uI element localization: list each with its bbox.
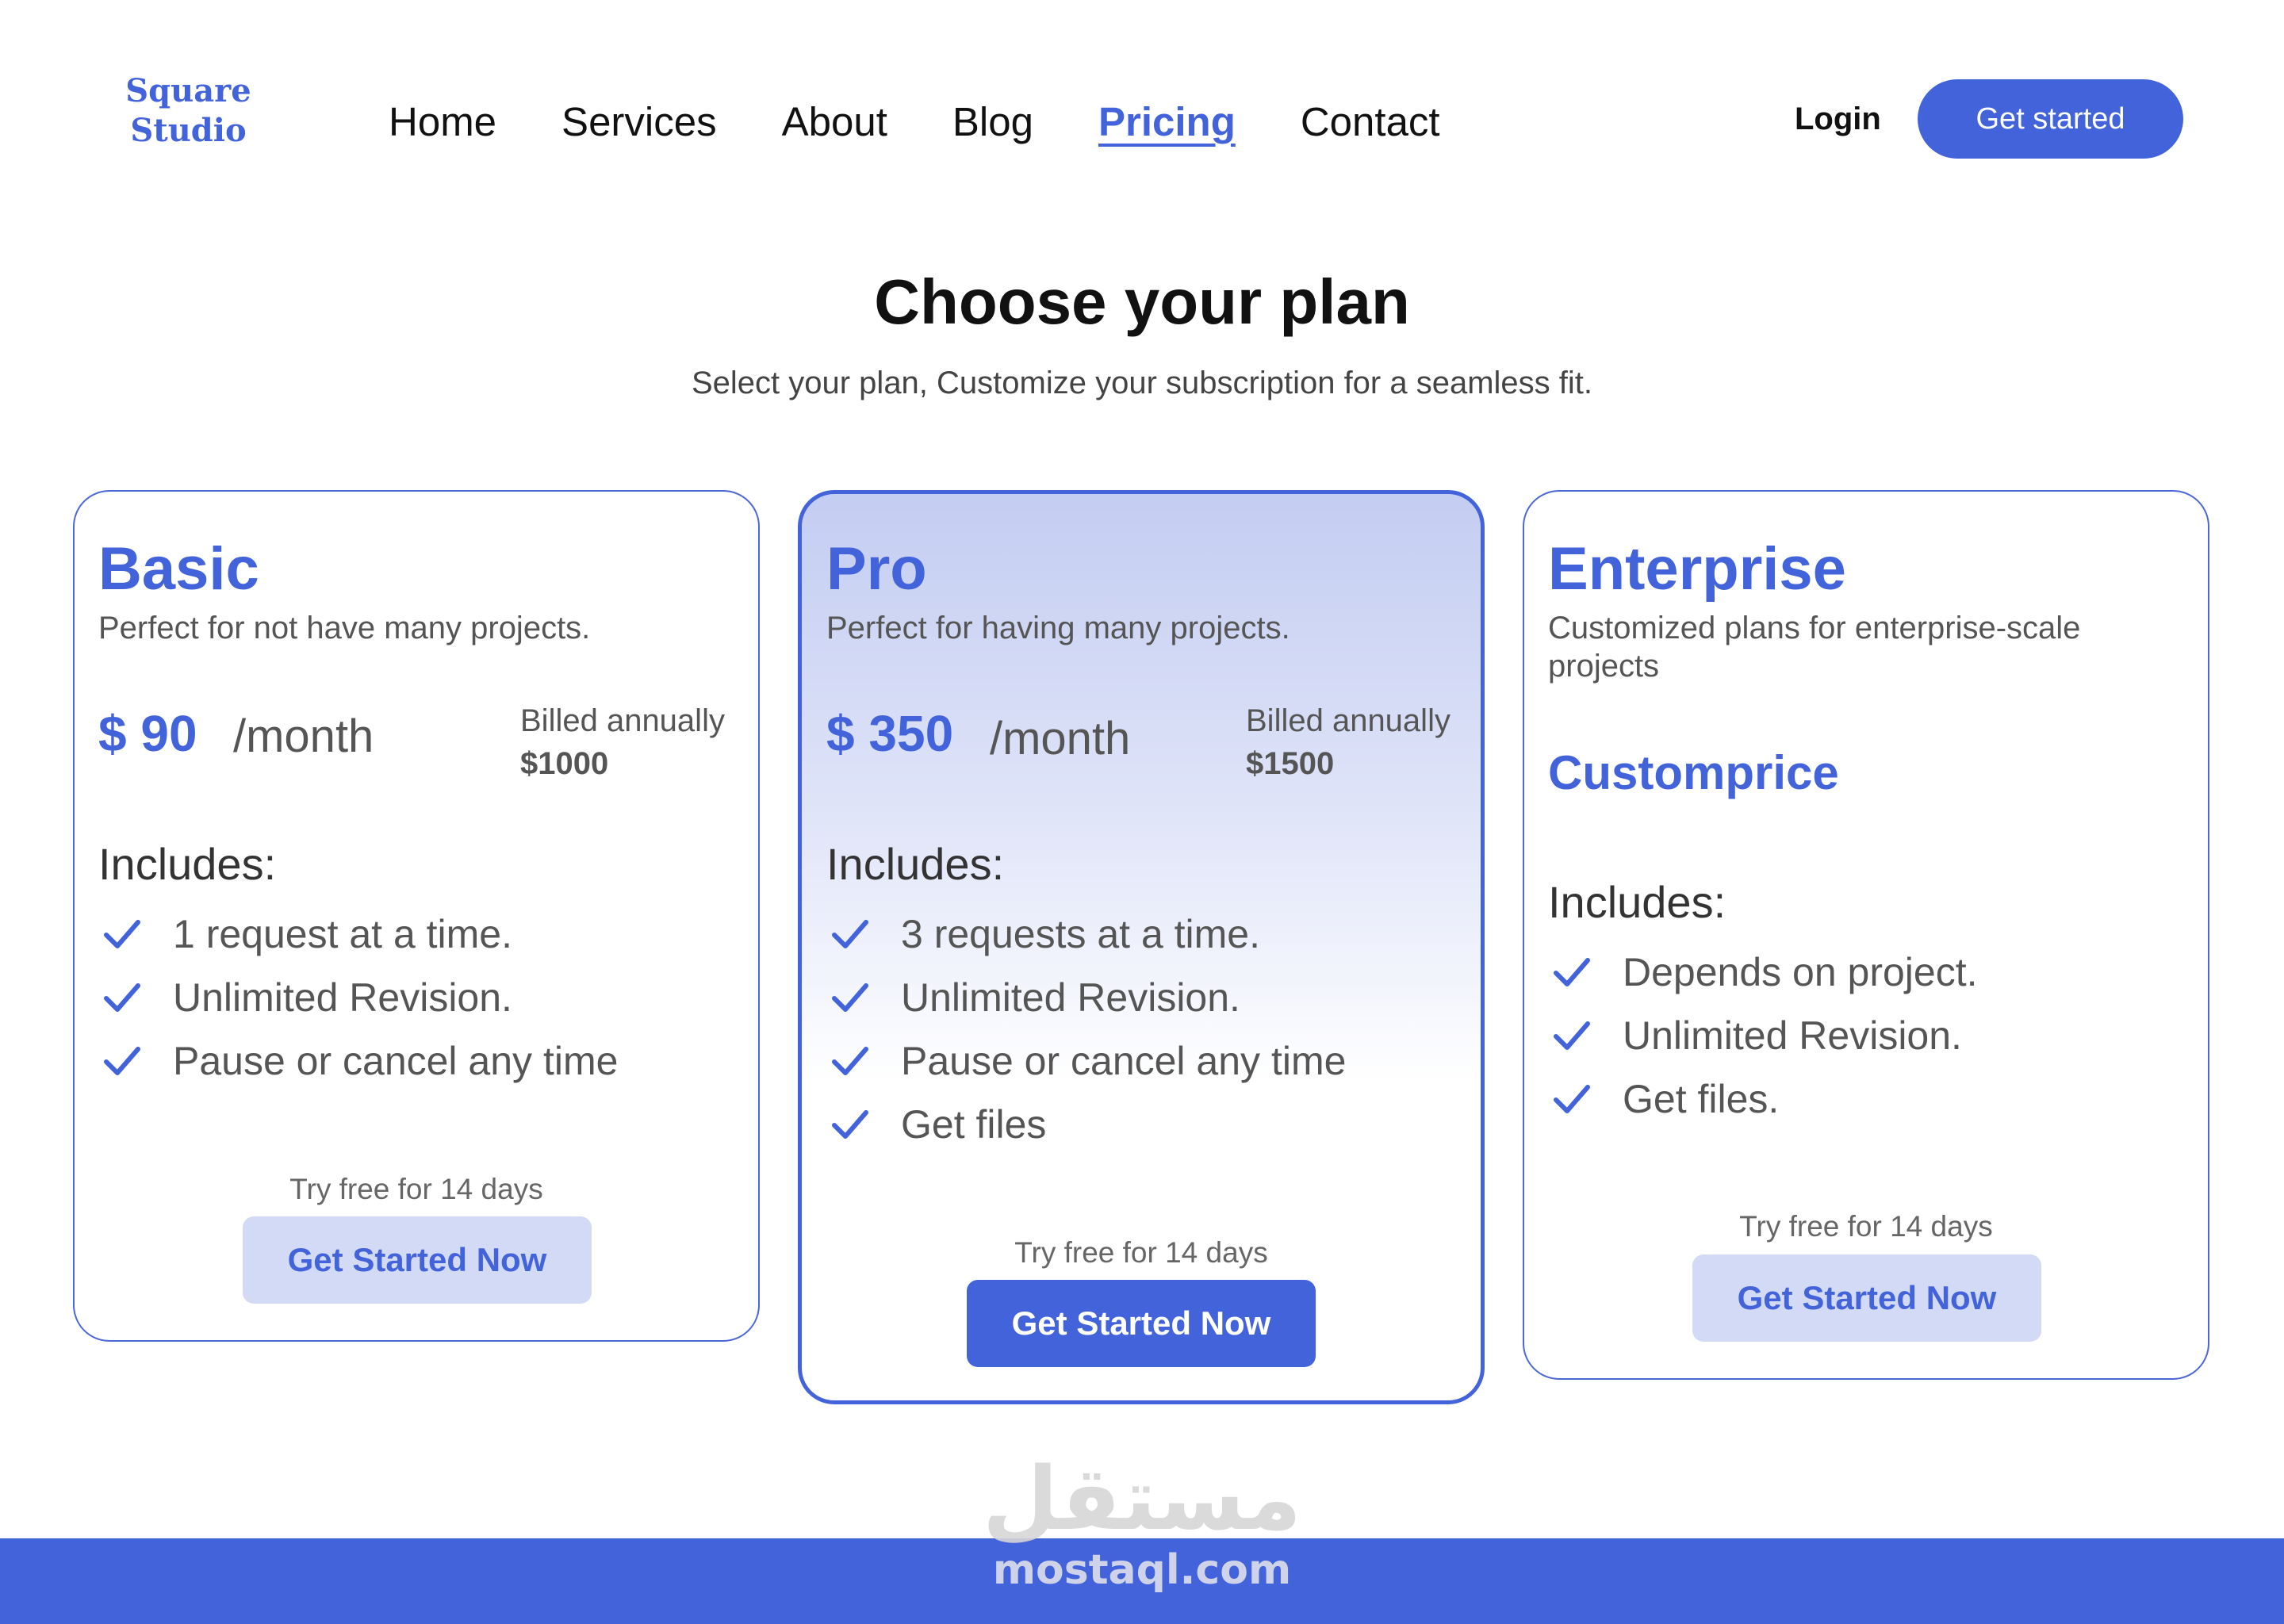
login-link[interactable]: Login <box>1795 95 1881 143</box>
plan-description: Perfect for having many projects. <box>826 611 1290 645</box>
check-icon <box>98 910 146 958</box>
feature-text: Depends on project. <box>1623 950 1978 994</box>
main-nav: Home Services About Blog Pricing Contact <box>389 94 1440 151</box>
nav-item-about[interactable]: About <box>782 94 887 151</box>
get-started-button[interactable]: Get started <box>1918 79 2183 159</box>
brand-logo-line2: Studio <box>130 112 247 149</box>
list-item: Unlimited Revision. <box>98 966 618 1029</box>
get-started-now-button[interactable]: Get Started Now <box>967 1280 1316 1367</box>
list-item: Pause or cancel any time <box>98 1029 618 1093</box>
plan-period: /month <box>990 713 1131 764</box>
plan-name: Pro <box>826 535 927 603</box>
feature-text: Unlimited Revision. <box>1623 1013 1962 1058</box>
watermark-latin: mostaql.com <box>992 1546 1292 1594</box>
plan-card-enterprise: Enterprise Customized plans for enterpri… <box>1523 490 2209 1380</box>
list-item: Get files. <box>1548 1067 1978 1131</box>
list-item: 3 requests at a time. <box>826 902 1346 966</box>
plan-description: Perfect for not have many projects. <box>98 611 591 645</box>
includes-label: Includes: <box>826 839 1005 889</box>
check-icon <box>1548 1075 1596 1123</box>
check-icon <box>1548 1012 1596 1059</box>
feature-text: Unlimited Revision. <box>901 975 1240 1020</box>
feature-list: Depends on project. Unlimited Revision. … <box>1548 940 1978 1131</box>
list-item: Unlimited Revision. <box>826 966 1346 1029</box>
nav-item-contact[interactable]: Contact <box>1301 94 1440 151</box>
billed-label: Billed annually <box>520 703 725 738</box>
feature-list: 3 requests at a time. Unlimited Revision… <box>826 902 1346 1156</box>
trial-text: Try free for 14 days <box>1014 1236 1268 1269</box>
nav-item-blog[interactable]: Blog <box>952 94 1033 151</box>
list-item: 1 request at a time. <box>98 902 618 966</box>
get-started-now-button[interactable]: Get Started Now <box>243 1216 592 1304</box>
feature-text: Pause or cancel any time <box>901 1039 1347 1083</box>
list-item: Unlimited Revision. <box>1548 1004 1978 1067</box>
brand-logo-line1: Square <box>125 72 251 109</box>
check-icon <box>826 1101 874 1148</box>
plan-card-pro: Pro Perfect for having many projects. $ … <box>798 490 1485 1404</box>
feature-list: 1 request at a time. Unlimited Revision.… <box>98 902 618 1093</box>
feature-text: Unlimited Revision. <box>173 975 512 1020</box>
watermark-arabic: مستقل <box>982 1448 1302 1549</box>
nav-item-services[interactable]: Services <box>561 94 717 151</box>
brand-logo[interactable]: Square Studio <box>119 71 258 151</box>
plan-price: $ 350 <box>826 705 954 762</box>
nav-item-pricing[interactable]: Pricing <box>1098 94 1236 151</box>
billed-amount: $1500 <box>1246 746 1335 781</box>
includes-label: Includes: <box>98 839 277 889</box>
list-item: Depends on project. <box>1548 940 1978 1004</box>
nav-item-home[interactable]: Home <box>389 94 496 151</box>
billed-label: Billed annually <box>1246 703 1450 738</box>
check-icon <box>826 974 874 1021</box>
trial-text: Try free for 14 days <box>289 1173 543 1205</box>
feature-text: Pause or cancel any time <box>173 1039 619 1083</box>
check-icon <box>826 910 874 958</box>
plan-price: $ 90 <box>98 705 197 762</box>
plan-card-basic: Basic Perfect for not have many projects… <box>73 490 760 1342</box>
feature-text: Get files. <box>1623 1077 1780 1121</box>
list-item: Get files <box>826 1093 1346 1156</box>
get-started-now-button[interactable]: Get Started Now <box>1692 1254 2041 1342</box>
page-title: Choose your plan <box>874 266 1410 337</box>
check-icon <box>1548 948 1596 996</box>
check-icon <box>98 1037 146 1085</box>
plan-name: Basic <box>98 535 259 603</box>
feature-text: 3 requests at a time. <box>901 912 1261 956</box>
plan-description: Customized plans for enterprise-scale pr… <box>1548 611 2081 684</box>
feature-text: Get files <box>901 1102 1047 1147</box>
page-subtitle: Select your plan, Customize your subscri… <box>691 366 1593 400</box>
billed-amount: $1000 <box>520 746 609 781</box>
includes-label: Includes: <box>1548 877 1726 927</box>
plan-name: Enterprise <box>1548 535 1846 603</box>
plan-custom-price: Customprice <box>1548 746 1839 799</box>
check-icon <box>98 974 146 1021</box>
list-item: Pause or cancel any time <box>826 1029 1346 1093</box>
plan-period: /month <box>233 710 374 762</box>
check-icon <box>826 1037 874 1085</box>
feature-text: 1 request at a time. <box>173 912 513 956</box>
trial-text: Try free for 14 days <box>1739 1210 1993 1243</box>
